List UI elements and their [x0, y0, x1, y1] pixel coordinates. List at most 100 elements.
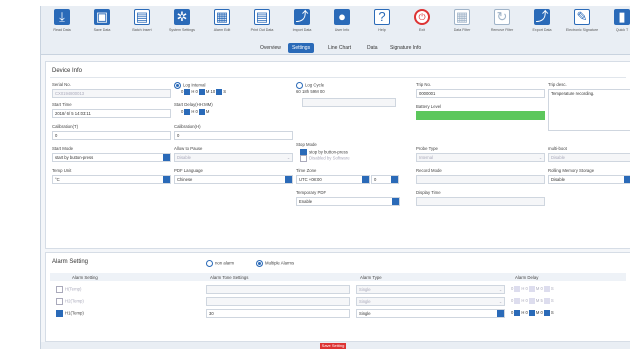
calib-t-label: Calibration(T) [52, 124, 79, 129]
tz-label: Time Zone [296, 168, 317, 173]
record-mode-field[interactable] [416, 175, 545, 184]
start-mode-select[interactable]: start by button-press [52, 153, 171, 162]
log-cycle-text: Log Cycle [305, 82, 325, 88]
toolbar-button-5[interactable]: ▤ Print Out Data [242, 8, 282, 42]
toolbar-button-9[interactable]: ⏻ Exit [402, 8, 442, 42]
log-interval-label: Log Interval [174, 82, 205, 89]
serial-field[interactable]: CX0194800013 [52, 89, 171, 98]
divider [50, 77, 626, 78]
tab-overview[interactable]: Overview [256, 43, 285, 53]
battery-bar [416, 111, 545, 120]
allow-pause-label: Allow to Pause [174, 146, 203, 151]
alarm-row-name: H2(Temp) [65, 298, 84, 304]
multi-boot-label: multi-boot [548, 146, 567, 151]
log-interval-radio[interactable] [174, 82, 181, 89]
gear-icon: ✲ [174, 9, 190, 25]
toolbar-button-3[interactable]: ✲ System Settings [162, 8, 202, 42]
toolbar-button-8[interactable]: ? Help [362, 8, 402, 42]
alarm-tone-field[interactable] [206, 285, 350, 294]
start-delay-spinner[interactable]: 0H 0M [181, 109, 209, 115]
toolbar-button-1[interactable]: ▣ Save Data [82, 8, 122, 42]
toolbar-button-14[interactable]: ▮ Quick T [602, 8, 630, 42]
trip-field[interactable]: 0000001 [416, 89, 545, 98]
dropdown-icon [163, 176, 170, 183]
alarm-row-checkbox[interactable] [56, 310, 63, 317]
toolbar-button-2[interactable]: ▤ Batch Insert [122, 8, 162, 42]
alarm-type-select[interactable]: Single [356, 309, 505, 318]
multiple-alarms-text: Multiple Alarms [265, 260, 295, 266]
serial-label: Serial No. [52, 82, 71, 87]
toolbar-button-7[interactable]: ● User Info [322, 8, 362, 42]
temp-pdf-select[interactable]: Enable [296, 197, 400, 206]
log-interval-spinner[interactable]: 0H 0M 10 S [181, 89, 226, 95]
toolbar-label: Save Data [93, 28, 111, 32]
import-icon: ⤴ [294, 9, 310, 25]
tab-settings[interactable]: Settings [288, 43, 315, 53]
calib-h-field[interactable]: 0 [174, 131, 293, 140]
rolling-select[interactable]: Disable [548, 175, 630, 184]
toolbar-label: Data Filter [453, 28, 471, 32]
toolbar-label: Export Data [532, 28, 552, 32]
app-window: ⤓ Read Data ▣ Save Data ▤ Batch Insert ✲ System… [40, 6, 630, 349]
alarm-setting-panel: Alarm Setting non alarm Multiple Alarms … [45, 252, 630, 342]
toolbar-button-11[interactable]: ↻ Remove Filter [482, 8, 522, 42]
toolbar-button-10[interactable]: ▦ Data Filter [442, 8, 482, 42]
display-time-field[interactable] [416, 197, 545, 206]
dropdown-icon [391, 176, 398, 183]
alarm-type-select[interactable]: Single ⌄ [356, 297, 505, 306]
toolbar-label: Print Out Data [250, 28, 274, 32]
log-cycle-value: 60 18h 59M 00 [296, 89, 325, 94]
allow-pause-value: Disable [177, 155, 191, 160]
alarm-delay-m: 0 [525, 286, 528, 292]
tz-minute-select[interactable]: 0 [371, 175, 399, 184]
stop-opt1-text: stop by button-press [309, 149, 348, 155]
alarm-type-value: Single [359, 287, 371, 292]
temp-unit-select[interactable]: °C [52, 175, 171, 184]
alarm-delay-spinner[interactable]: 0H 0M 5S [511, 298, 554, 304]
alarm-type-select[interactable]: Single ⌄ [356, 285, 505, 294]
rolling-value: Disable [551, 177, 565, 182]
multi-boot-field[interactable]: Disable [548, 153, 630, 162]
multiple-alarms-radio[interactable] [256, 260, 263, 267]
non-alarm-radio[interactable] [206, 260, 213, 267]
tab-signature-info[interactable]: Signature Info [386, 43, 425, 53]
temp-unit-label: Temp Unit [52, 168, 72, 173]
alarm-tone-field[interactable]: 30 [206, 309, 350, 318]
save-setting-button[interactable]: Save Setting [320, 343, 346, 349]
save-icon: ▣ [94, 9, 110, 25]
alarm-delay-spinner[interactable]: 0H 0M 0S [511, 286, 554, 292]
alarm-tone-field[interactable] [206, 297, 350, 306]
toolbar-button-13[interactable]: ✎ Electronic Signature [562, 8, 602, 42]
footer-bar: Save Setting [41, 342, 630, 349]
dropdown-icon [163, 154, 170, 161]
alarm-type-value: Single [359, 299, 371, 304]
power-icon: ⏻ [414, 9, 430, 25]
pdf-lang-select[interactable]: Chinese [174, 175, 293, 184]
signature-icon: ✎ [574, 9, 590, 25]
stop-by-software-checkbox[interactable] [300, 155, 307, 162]
log-cycle-radio[interactable] [296, 82, 303, 89]
toolbar-button-4[interactable]: ▦ Alarm Edit [202, 8, 242, 42]
interval-minutes: 0 [195, 89, 198, 95]
non-alarm-option: non alarm [206, 260, 234, 267]
tz-select[interactable]: UTC +08:00 [296, 175, 370, 184]
alarm-row-checkbox[interactable] [56, 286, 63, 293]
allow-pause-select[interactable]: Disable ⌄ [174, 153, 293, 162]
alarm-delay-s: 0 [540, 286, 543, 292]
export-icon: ⤴ [534, 9, 550, 25]
toolbar-label: Import Data [292, 28, 312, 32]
log-cycle-field[interactable] [302, 98, 396, 107]
alarm-delay-spinner[interactable]: 0H 0M 0S [511, 310, 554, 316]
trip-desc-field[interactable]: Temperature recording. [548, 89, 630, 131]
tab-data[interactable]: Data [363, 43, 382, 53]
calib-t-field[interactable]: 0 [52, 131, 171, 140]
alarm-row-checkbox[interactable] [56, 298, 63, 305]
probe-select[interactable]: Internal ⌄ [416, 153, 545, 162]
tab-line-chart[interactable]: Line Chart [324, 43, 355, 53]
toolbar-button-0[interactable]: ⤓ Read Data [42, 8, 82, 42]
toolbar-button-12[interactable]: ⤴ Export Data [522, 8, 562, 42]
start-time-field[interactable]: 2018/ 6/ 5 14:03:11 [52, 109, 171, 118]
toolbar-label: Help [378, 28, 386, 32]
toolbar-button-6[interactable]: ⤴ Import Data [282, 8, 322, 42]
trip-label: Trip No. [416, 82, 432, 87]
